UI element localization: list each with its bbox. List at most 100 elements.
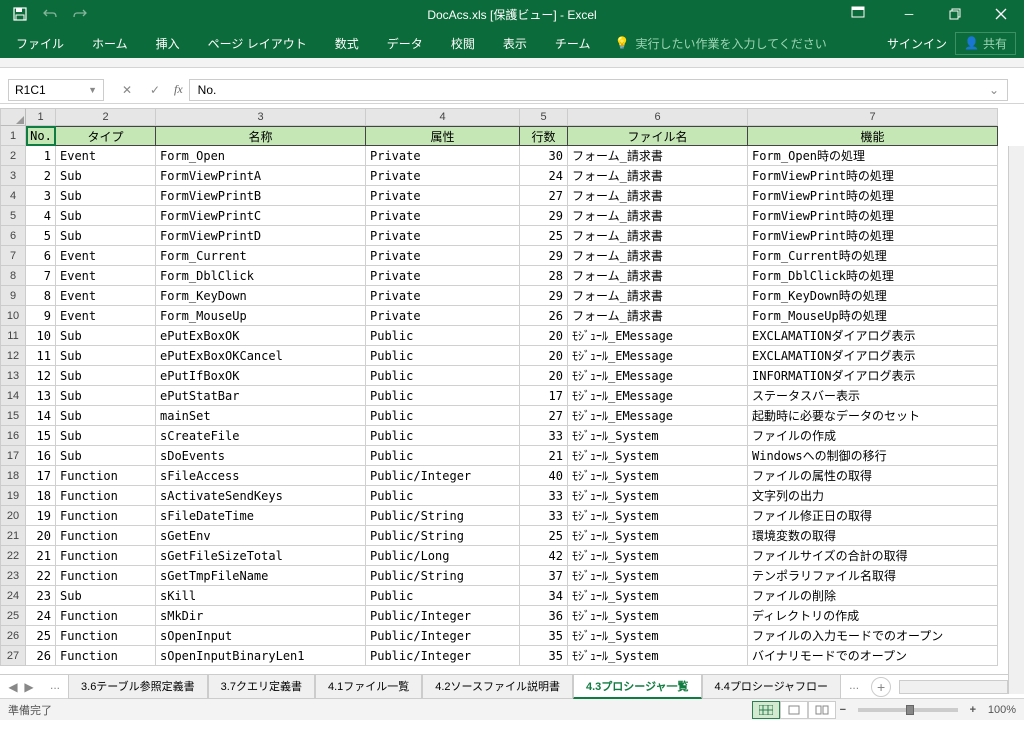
cell[interactable]: 24 [520, 166, 568, 186]
zoom-slider[interactable] [858, 708, 958, 712]
cell[interactable]: ePutIfBoxOK [156, 366, 366, 386]
cell[interactable]: FormViewPrint時の処理 [748, 166, 998, 186]
row-header[interactable]: 2 [0, 146, 26, 166]
cell[interactable]: ﾓｼﾞｭｰﾙ_EMessage [568, 346, 748, 366]
cell[interactable]: Form_MouseUp [156, 306, 366, 326]
cell[interactable]: sKill [156, 586, 366, 606]
row-header[interactable]: 21 [0, 526, 26, 546]
tell-me-box[interactable]: 💡 実行したい作業を入力してください [614, 35, 826, 52]
cell[interactable]: ﾓｼﾞｭｰﾙ_EMessage [568, 386, 748, 406]
cell[interactable]: sFileDateTime [156, 506, 366, 526]
cell[interactable]: Event [56, 266, 156, 286]
cell[interactable]: ﾓｼﾞｭｰﾙ_System [568, 446, 748, 466]
cell[interactable]: 40 [520, 466, 568, 486]
cell[interactable]: 15 [26, 426, 56, 446]
cell[interactable]: フォーム_請求書 [568, 306, 748, 326]
sheet-tab[interactable]: 4.4プロシージャフロー [702, 675, 842, 699]
cell[interactable]: 25 [520, 526, 568, 546]
cell[interactable]: ファイルの属性の取得 [748, 466, 998, 486]
cell[interactable]: 33 [520, 486, 568, 506]
cell[interactable]: Private [366, 186, 520, 206]
cell[interactable]: Public/Integer [366, 466, 520, 486]
cell[interactable]: mainSet [156, 406, 366, 426]
sheet-tab[interactable]: 3.7クエリ定義書 [208, 675, 315, 699]
row-header[interactable]: 18 [0, 466, 26, 486]
ribbon-tab-3[interactable]: ページ レイアウト [194, 29, 321, 58]
cell[interactable]: 23 [26, 586, 56, 606]
ribbon-tab-1[interactable]: ホーム [78, 29, 142, 58]
cell[interactable]: Windowsへの制御の移行 [748, 446, 998, 466]
row-header[interactable]: 14 [0, 386, 26, 406]
cell[interactable]: sDoEvents [156, 446, 366, 466]
cell[interactable]: 13 [26, 386, 56, 406]
row-header[interactable]: 24 [0, 586, 26, 606]
row-header[interactable]: 25 [0, 606, 26, 626]
save-button[interactable] [6, 2, 34, 26]
row-header[interactable]: 9 [0, 286, 26, 306]
cell[interactable]: Public/String [366, 566, 520, 586]
cell[interactable]: Public [366, 346, 520, 366]
row-header[interactable]: 27 [0, 646, 26, 666]
undo-button[interactable] [36, 2, 64, 26]
cell[interactable]: ﾓｼﾞｭｰﾙ_EMessage [568, 326, 748, 346]
cell[interactable]: 2 [26, 166, 56, 186]
cell[interactable]: Sub [56, 226, 156, 246]
tab-nav-prev[interactable]: ◀ [6, 680, 20, 694]
page-layout-view-button[interactable] [780, 701, 808, 719]
cell[interactable]: フォーム_請求書 [568, 166, 748, 186]
ribbon-tab-2[interactable]: 挿入 [142, 29, 194, 58]
cell[interactable]: Function [56, 546, 156, 566]
cell[interactable]: ePutStatBar [156, 386, 366, 406]
cell[interactable]: FormViewPrintB [156, 186, 366, 206]
cell[interactable]: 22 [26, 566, 56, 586]
cell[interactable]: Form_Open [156, 146, 366, 166]
vertical-scrollbar[interactable] [1008, 146, 1024, 694]
cell[interactable]: 20 [26, 526, 56, 546]
cell[interactable]: 19 [26, 506, 56, 526]
cell[interactable]: Sub [56, 406, 156, 426]
cell[interactable]: フォーム_請求書 [568, 266, 748, 286]
cell[interactable]: FormViewPrint時の処理 [748, 206, 998, 226]
col-header[interactable]: 7 [748, 108, 998, 126]
cell[interactable]: 6 [26, 246, 56, 266]
cell[interactable]: ファイルサイズの合計の取得 [748, 546, 998, 566]
cell[interactable]: ディレクトリの作成 [748, 606, 998, 626]
add-sheet-button[interactable]: + [871, 677, 891, 697]
col-header[interactable]: 2 [56, 108, 156, 126]
cell[interactable]: Public [366, 406, 520, 426]
cell[interactable]: FormViewPrintD [156, 226, 366, 246]
cell[interactable]: Private [366, 166, 520, 186]
share-button[interactable]: 👤 共有 [955, 32, 1016, 55]
cell[interactable]: Event [56, 246, 156, 266]
cell[interactable]: sOpenInputBinaryLen1 [156, 646, 366, 666]
cell[interactable]: Public [366, 426, 520, 446]
cell[interactable]: Form_DblClick時の処理 [748, 266, 998, 286]
cell[interactable]: EXCLAMATIONダイアログ表示 [748, 346, 998, 366]
cell[interactable]: Function [56, 626, 156, 646]
row-header[interactable]: 7 [0, 246, 26, 266]
cell[interactable]: 文字列の出力 [748, 486, 998, 506]
cell[interactable]: sCreateFile [156, 426, 366, 446]
col-header[interactable]: 1 [26, 108, 56, 126]
cell[interactable]: 10 [26, 326, 56, 346]
cell[interactable]: Event [56, 146, 156, 166]
cell[interactable]: Form_MouseUp時の処理 [748, 306, 998, 326]
cell[interactable]: ﾓｼﾞｭｰﾙ_System [568, 506, 748, 526]
select-all-corner[interactable] [0, 108, 26, 126]
normal-view-button[interactable] [752, 701, 780, 719]
row-header[interactable]: 11 [0, 326, 26, 346]
col-header[interactable]: 4 [366, 108, 520, 126]
cell[interactable]: ePutExBoxOK [156, 326, 366, 346]
cell[interactable]: Private [366, 266, 520, 286]
ribbon-tab-4[interactable]: 数式 [321, 29, 373, 58]
col-header[interactable]: 5 [520, 108, 568, 126]
cell[interactable]: ﾓｼﾞｭｰﾙ_System [568, 566, 748, 586]
cell[interactable]: Private [366, 306, 520, 326]
cell[interactable]: 12 [26, 366, 56, 386]
cell[interactable]: 16 [26, 446, 56, 466]
cell[interactable]: Private [366, 246, 520, 266]
sheet-tab[interactable]: 4.1ファイル一覧 [315, 675, 422, 699]
ribbon-options-button[interactable] [844, 0, 872, 24]
cell[interactable]: Public/String [366, 506, 520, 526]
row-header[interactable]: 5 [0, 206, 26, 226]
